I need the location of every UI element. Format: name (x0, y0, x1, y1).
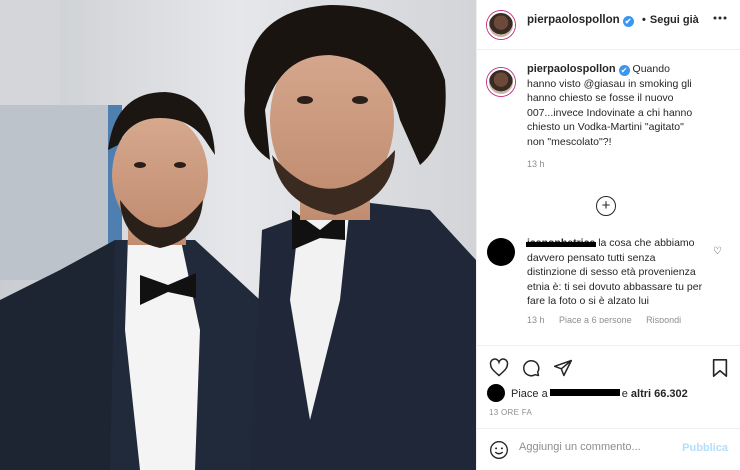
post-side-panel: pierpaolospollon ✔ • Segui già pierpaolosp… (476, 0, 740, 470)
comment-likes-count[interactable]: Piace a 6 persone (559, 315, 632, 323)
liker-avatar (487, 384, 505, 402)
share-paper-plane-icon[interactable] (553, 358, 573, 381)
author-avatar[interactable] (487, 11, 515, 39)
author-username[interactable]: pierpaolospollon ✔ (527, 14, 634, 27)
likes-others-count[interactable]: altri 66.302 (631, 388, 688, 400)
caption-author-avatar[interactable] (487, 68, 515, 96)
comment-bubble-icon[interactable] (521, 358, 541, 381)
add-comment-bar: Pubblica (477, 428, 740, 470)
comment-timestamp[interactable]: 13 h (527, 315, 545, 323)
follow-status[interactable]: • Segui già (642, 14, 699, 26)
emoji-icon[interactable] (489, 440, 509, 463)
comment-input[interactable] (519, 441, 679, 453)
caption-verified-badge-icon: ✔ (618, 65, 630, 76)
likes-conjunction: e (621, 388, 628, 400)
commenter-avatar[interactable] (487, 238, 515, 266)
post-image (0, 0, 476, 470)
author-username-text[interactable]: pierpaolospollon (527, 14, 620, 26)
caption-timestamp[interactable]: 13 h (527, 159, 730, 169)
publish-comment-button[interactable]: Pubblica (682, 442, 728, 454)
liker-username-redacted[interactable] (549, 389, 620, 396)
caption-username[interactable]: pierpaolospollon (527, 63, 616, 75)
post-caption: pierpaolospollon ✔ Quando hanno visto @gi… (487, 62, 730, 169)
likes-prefix: Piace a (511, 388, 548, 400)
comment-item: icanonbetrice la cosa che abbiamo davver… (487, 236, 730, 323)
load-more-comments-button[interactable]: + (596, 196, 616, 216)
post-action-bar (477, 345, 740, 385)
comment-like-heart-icon[interactable]: ♡ (713, 246, 722, 257)
caption-text-block: pierpaolospollon ✔ Quando hanno visto @gi… (527, 62, 702, 149)
post-header: pierpaolospollon ✔ • Segui già (477, 0, 740, 50)
follow-button[interactable]: Segui già (650, 14, 699, 26)
post-photo[interactable] (0, 0, 476, 470)
caption-text: Quando hanno visto @giasau in smoking gl… (527, 63, 693, 148)
likes-summary[interactable]: Piace a e altri 66.302 (487, 384, 730, 402)
like-heart-icon[interactable] (489, 358, 509, 381)
comment-reply-button[interactable]: Rispondi (646, 315, 681, 323)
save-bookmark-icon[interactable] (711, 358, 729, 381)
verified-badge-icon: ✔ (622, 16, 634, 27)
commenter-username[interactable]: icanonbetrice (527, 237, 595, 249)
comment-text-block: icanonbetrice la cosa che abbiamo davver… (527, 236, 705, 309)
more-options-icon[interactable] (712, 10, 728, 31)
post-date[interactable]: 13 ORE FA (489, 408, 532, 417)
separator-dot: • (642, 14, 646, 26)
comment-meta: 13 h Piace a 6 persone Rispondi (527, 315, 730, 323)
